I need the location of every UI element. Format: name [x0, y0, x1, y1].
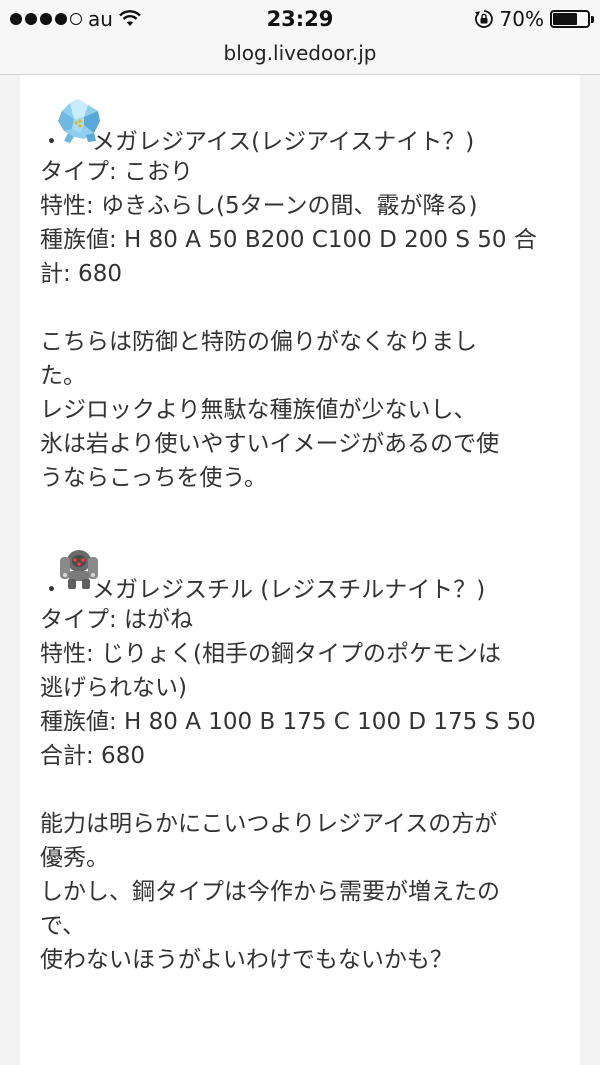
comment-line: レジロックより無駄な種族値が少ないし、: [40, 397, 477, 423]
blog-page: ・ メガレジアイス(レジアイスナイト？) タイプ: こおり 特性: ゆきふらし(…: [20, 75, 580, 1065]
entry-title: メガレジスチル (レジスチルナイト？): [92, 577, 486, 603]
entry-title: メガレジアイス(レジアイスナイト？): [92, 129, 475, 155]
comment-line: しかし、鋼タイプは今作から需要が増えたの: [40, 879, 500, 905]
ability-line: 特性: ゆきふらし(5ターンの間、霰が降る): [40, 193, 478, 219]
url-text: blog.livedoor.jp: [223, 41, 377, 65]
comment-line: こちらは防御と特防の偏りがなくなりまし: [40, 329, 477, 355]
status-bar: au 23:29 70%: [0, 0, 600, 40]
type-line: タイプ: こおり: [40, 159, 194, 185]
stats-line: 種族値: H 80 A 100 B 175 C 100 D 175 S 50: [40, 709, 536, 735]
comment-line: 優秀。: [40, 845, 109, 871]
rotation-lock-icon: [474, 10, 493, 28]
comment-line: 能力は明らかにこいつよりレジアイスの方が: [40, 811, 498, 837]
article-body: ・ メガレジアイス(レジアイスナイト？) タイプ: こおり 特性: ゆきふらし(…: [40, 97, 570, 977]
comment-line: うならこっちを使う。: [40, 465, 268, 491]
stats-total-line: 計: 680: [40, 261, 122, 287]
ability-line: 逃げられない): [40, 675, 187, 701]
address-bar[interactable]: blog.livedoor.jp: [0, 40, 600, 75]
entry-mega-regice: ・ メガレジアイス(レジアイスナイト？) タイプ: こおり 特性: ゆきふらし(…: [40, 97, 570, 495]
comment-line: た。: [40, 363, 86, 389]
comment-line: で、: [40, 913, 86, 939]
battery-icon: [550, 10, 594, 28]
battery-percent: 70%: [499, 7, 544, 31]
comment-line: 氷は岩より使いやすいイメージがあるので使: [40, 431, 500, 457]
entry-mega-registeel: ・ メガレジスチル (レジスチルナイト？) タイプ: はがね 特性: じりょく(…: [40, 545, 570, 977]
type-line: タイプ: はがね: [40, 607, 194, 633]
stats-line: 種族値: H 80 A 50 B200 C100 D 200 S 50 合: [40, 227, 537, 253]
battery-area: 70%: [474, 7, 594, 31]
comment-line: 使わないほうがよいわけでもないかも？: [40, 947, 453, 973]
stats-total-line: 合計: 680: [40, 743, 145, 769]
ability-line: 特性: じりょく(相手の鋼タイプのポケモンは: [40, 641, 502, 667]
